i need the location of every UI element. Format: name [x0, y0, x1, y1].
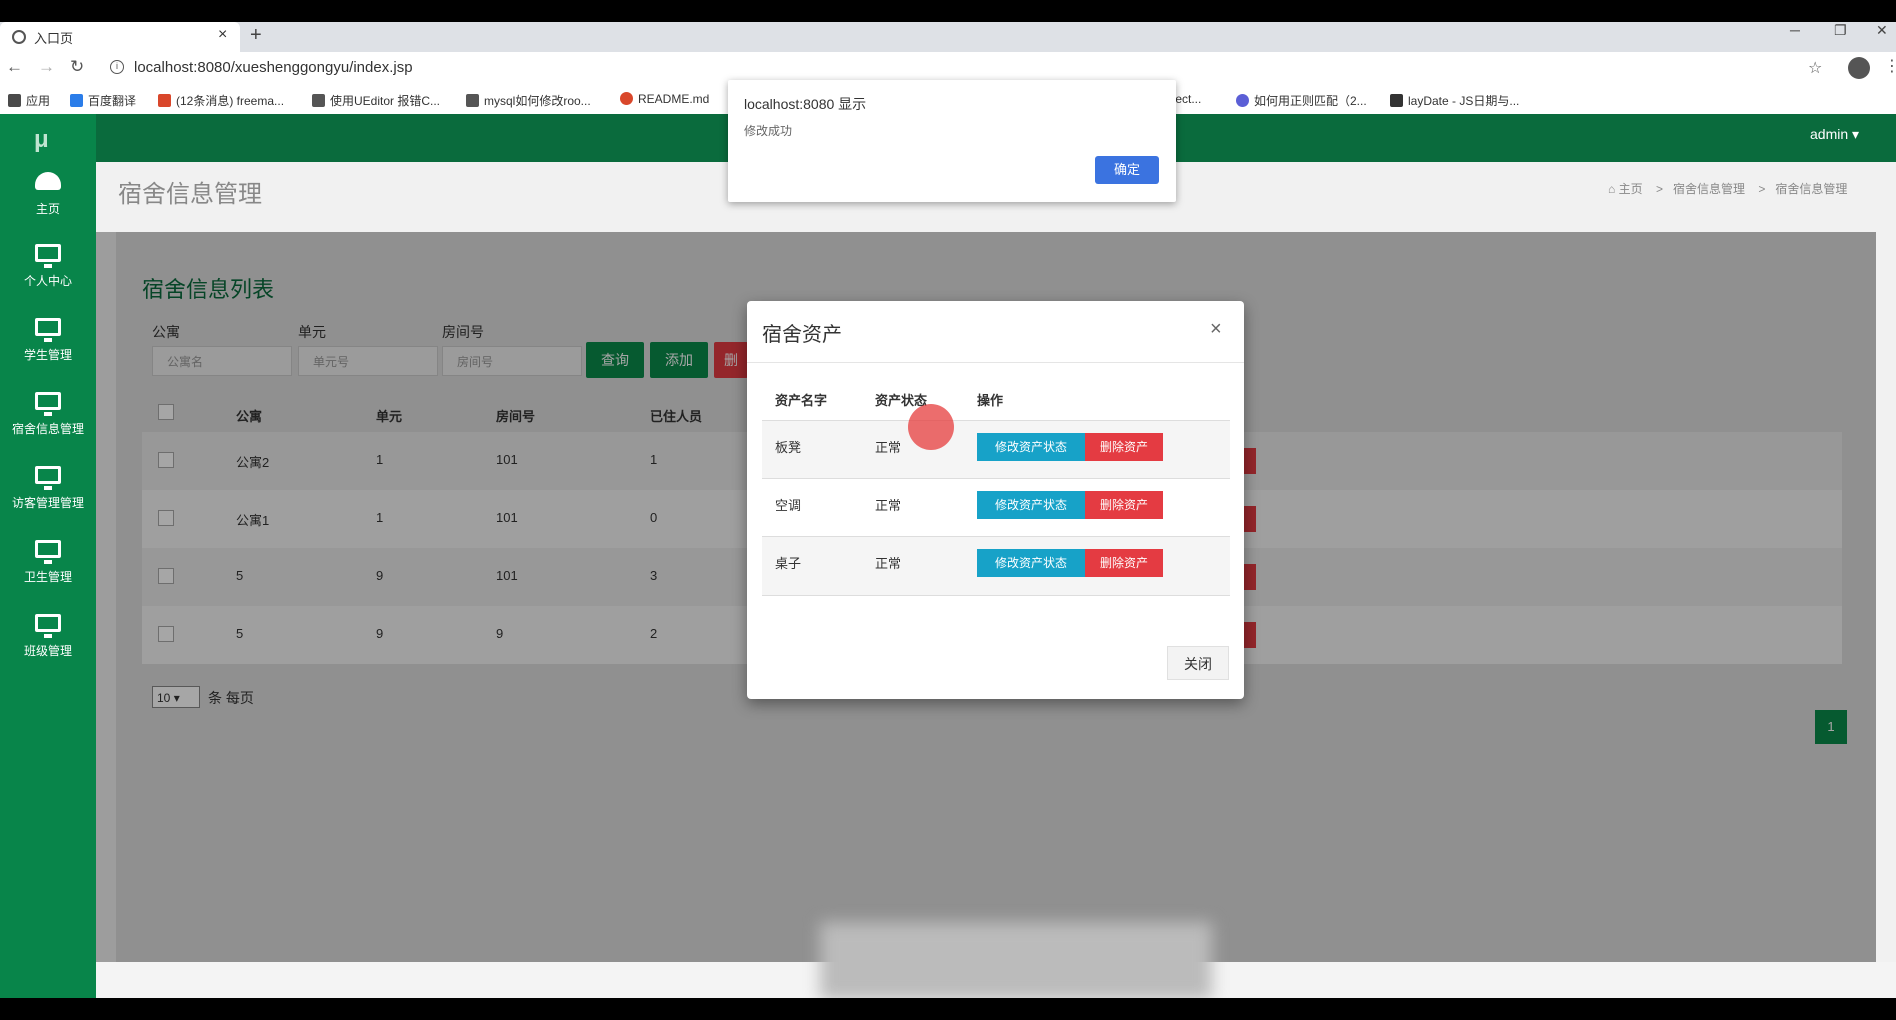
modal-title: 宿舍资产	[762, 324, 842, 346]
screen-top-bar	[0, 0, 1896, 22]
col-asset-name: 资产名字	[775, 393, 828, 408]
home-icon: ⌂	[1608, 182, 1619, 196]
bookmark-item[interactable]: 如何用正则匹配（2...	[1236, 92, 1367, 109]
monitor-icon	[35, 540, 61, 564]
bookmark-item[interactable]: layDate - JS日期与...	[1390, 92, 1519, 109]
alert-title: localhost:8080 显示	[744, 96, 867, 112]
sidebar-item-home[interactable]: 主页	[0, 172, 96, 242]
bookmark-star-icon[interactable]: ☆	[1808, 58, 1822, 78]
csdn-icon	[158, 94, 171, 107]
browser-tab[interactable]: 入口页 ×	[0, 22, 240, 52]
asset-status: 正常	[875, 556, 902, 571]
logo: μ	[34, 126, 49, 153]
menu-icon[interactable]: ⋮	[1884, 56, 1896, 76]
alert-ok-button[interactable]: 确定	[1095, 156, 1159, 184]
monitor-icon	[35, 392, 61, 416]
sidebar-item-label: 主页	[35, 202, 60, 216]
breadcrumb: ⌂ 主页 > 宿舍信息管理 > 宿舍信息管理	[1608, 182, 1848, 196]
laydate-icon	[1390, 94, 1403, 107]
sidebar-item-label: 学生管理	[23, 348, 72, 362]
restore-button[interactable]: ❐	[1834, 22, 1847, 39]
blurred-overlay	[820, 922, 1212, 1000]
dashboard-icon	[35, 172, 61, 190]
monitor-icon	[35, 466, 61, 490]
asset-row: 板凳 正常 修改资产状态 删除资产	[762, 420, 1230, 479]
sidebar-item-hygiene[interactable]: 卫生管理	[0, 540, 96, 610]
sidebar-item-label: 访客管理管理	[11, 496, 84, 510]
translate-icon	[70, 94, 83, 107]
apps-icon	[8, 94, 21, 107]
monitor-icon	[35, 244, 61, 268]
bookmark-item[interactable]: (12条消息) freema...	[158, 92, 284, 109]
account-icon[interactable]	[1848, 57, 1870, 79]
page-title: 宿舍信息管理	[118, 181, 262, 208]
bookmark-item[interactable]: mysql如何修改roo...	[466, 92, 591, 109]
monitor-icon	[35, 614, 61, 638]
col-actions: 操作	[977, 393, 1004, 408]
forward-icon[interactable]: →	[38, 57, 55, 77]
click-indicator	[908, 404, 954, 450]
asset-status: 正常	[875, 498, 902, 513]
asset-name: 空调	[775, 498, 802, 513]
bookmark-icon	[1236, 94, 1249, 107]
breadcrumb-current: 宿舍信息管理	[1775, 182, 1848, 196]
asset-row: 桌子 正常 修改资产状态 删除资产	[762, 536, 1230, 596]
asset-row: 空调 正常 修改资产状态 删除资产	[762, 478, 1230, 537]
close-window-button[interactable]: ✕	[1876, 22, 1888, 39]
delete-asset-button[interactable]: 删除资产	[1085, 433, 1163, 461]
tab-strip: 入口页 × + ─ ❐ ✕	[0, 22, 1896, 52]
asset-name: 桌子	[775, 556, 802, 571]
delete-asset-button[interactable]: 删除资产	[1085, 549, 1163, 577]
user-menu[interactable]: admin ▾	[1810, 126, 1859, 143]
sidebar-item-label: 班级管理	[23, 644, 72, 658]
back-icon[interactable]: ←	[6, 57, 23, 77]
sidebar-item-label: 卫生管理	[23, 570, 72, 584]
asset-name: 板凳	[775, 440, 802, 455]
sidebar-item-label: 个人中心	[23, 274, 72, 288]
sidebar-item-classes[interactable]: 班级管理	[0, 614, 96, 684]
modal-close-button[interactable]: 关闭	[1167, 646, 1229, 680]
edit-asset-status-button[interactable]: 修改资产状态	[977, 549, 1085, 577]
bookmark-item[interactable]: 使用UEditor 报错C...	[312, 92, 440, 109]
breadcrumb-section[interactable]: 宿舍信息管理	[1673, 182, 1745, 196]
delete-asset-button[interactable]: 删除资产	[1085, 491, 1163, 519]
screen-bottom-bar	[0, 998, 1896, 1020]
sidebar-item-dorms[interactable]: 宿舍信息管理	[0, 392, 96, 462]
sidebar-item-students[interactable]: 学生管理	[0, 318, 96, 388]
alert-message: 修改成功	[744, 124, 793, 138]
url-text: localhost:8080/xueshenggongyu/index.jsp	[134, 59, 413, 76]
bookmark-apps[interactable]: 应用	[8, 92, 50, 109]
tab-title: 入口页	[34, 31, 74, 46]
url-field[interactable]: i localhost:8080/xueshenggongyu/index.js…	[110, 56, 1790, 82]
edit-asset-status-button[interactable]: 修改资产状态	[977, 433, 1085, 461]
reload-icon[interactable]: ↻	[70, 57, 84, 77]
sidebar-item-label: 宿舍信息管理	[11, 422, 84, 436]
info-icon[interactable]: i	[110, 60, 124, 74]
edit-asset-status-button[interactable]: 修改资产状态	[977, 491, 1085, 519]
breadcrumb-home[interactable]: 主页	[1619, 182, 1643, 196]
close-tab-icon[interactable]: ×	[218, 26, 227, 44]
monitor-icon	[35, 318, 61, 342]
close-icon[interactable]: ×	[1210, 318, 1222, 341]
bookmark-item[interactable]: 百度翻译	[70, 92, 136, 109]
minimize-button[interactable]: ─	[1790, 22, 1800, 38]
bookmark-icon	[466, 94, 479, 107]
bookmark-item[interactable]: README.md	[620, 92, 709, 106]
bookmark-icon	[312, 94, 325, 107]
asset-status: 正常	[875, 440, 902, 455]
modal-divider	[747, 362, 1244, 363]
sidebar-item-visitors[interactable]: 访客管理管理	[0, 466, 96, 536]
globe-icon	[12, 30, 26, 44]
gitee-icon	[620, 92, 633, 105]
new-tab-button[interactable]: +	[250, 24, 262, 47]
sidebar-item-profile[interactable]: 个人中心	[0, 244, 96, 314]
